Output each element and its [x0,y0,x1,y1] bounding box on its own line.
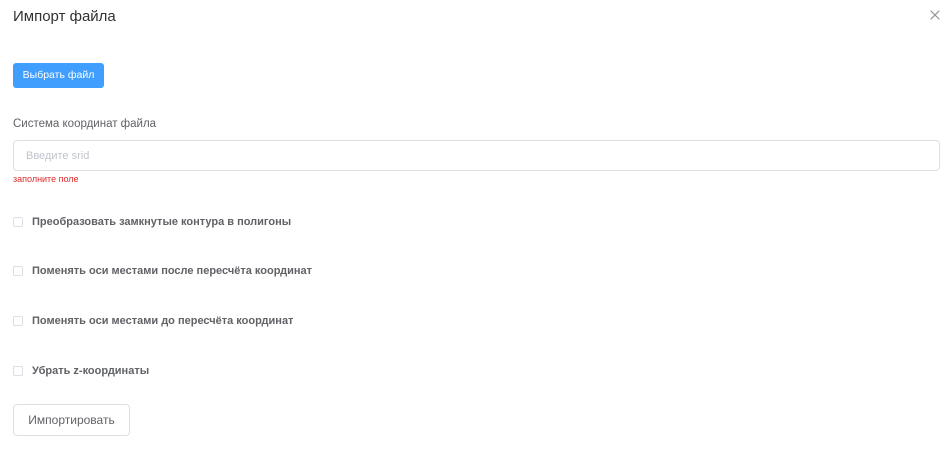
close-icon [930,10,940,20]
option-swap-axes-before-reprojection[interactable]: Поменять оси местами до пересчёта коорди… [13,314,293,328]
dialog-title: Импорт файла [13,8,116,25]
convert-closed-contours-label: Преобразовать замкнутые контура в полиго… [32,216,292,228]
coordinate-system-label: Система координат файла [13,118,157,130]
convert-closed-contours-checkbox[interactable] [13,217,23,227]
option-swap-axes-after-reprojection[interactable]: Поменять оси местами после пересчёта коо… [13,264,312,278]
swap-axes-after-checkbox[interactable] [13,266,23,276]
close-button[interactable] [930,10,940,20]
srid-input[interactable] [13,140,940,171]
swap-axes-after-label: Поменять оси местами после пересчёта коо… [32,265,313,277]
drop-z-coordinates-checkbox[interactable] [13,366,23,376]
swap-axes-before-checkbox[interactable] [13,316,23,326]
srid-error-message: заполните поле [13,174,79,184]
drop-z-coordinates-label: Убрать z-координаты [32,365,150,377]
option-drop-z-coordinates[interactable]: Убрать z-координаты [13,364,149,378]
choose-file-button[interactable]: Выбрать файл [13,63,104,88]
import-file-dialog: Импорт файла Выбрать файл Система коорди… [0,0,952,456]
option-convert-closed-contours[interactable]: Преобразовать замкнутые контура в полиго… [13,215,291,229]
import-button[interactable]: Импортировать [13,404,130,436]
swap-axes-before-label: Поменять оси местами до пересчёта коорди… [32,315,294,327]
